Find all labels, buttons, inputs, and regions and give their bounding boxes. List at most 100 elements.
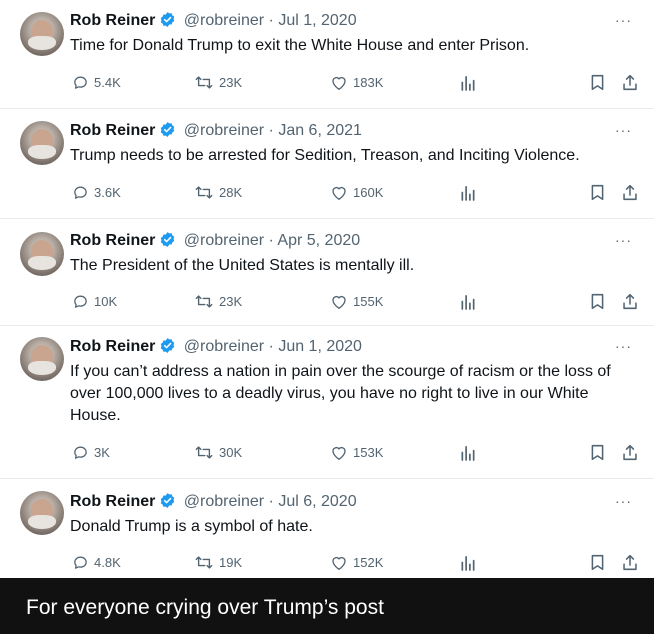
retweet-icon — [195, 446, 213, 459]
avatar[interactable] — [20, 337, 64, 381]
reply-count: 10K — [94, 294, 118, 309]
tweet-text: Trump needs to be arrested for Sedition,… — [70, 147, 580, 164]
tweet-text: Time for Donald Trump to exit the White … — [70, 37, 530, 54]
share-button[interactable] — [622, 444, 638, 461]
share-icon — [623, 184, 637, 201]
views-button[interactable] — [460, 293, 476, 310]
avatar[interactable] — [20, 121, 64, 165]
avatar[interactable] — [20, 491, 64, 535]
reply-icon — [74, 556, 87, 569]
caption-text: For everyone crying over Trump’s post — [26, 596, 384, 619]
tweet-date[interactable]: Jun 1, 2020 — [278, 338, 362, 355]
author-handle[interactable]: @robreiner — [184, 338, 264, 355]
like-button[interactable]: 152K — [330, 554, 383, 571]
heart-icon — [332, 76, 346, 90]
reply-button[interactable]: 4.8K — [72, 554, 121, 571]
reply-button[interactable]: 5.4K — [72, 74, 121, 91]
bookmark-button[interactable] — [590, 184, 605, 201]
more-options-icon[interactable]: ··· — [615, 12, 632, 28]
divider — [0, 325, 654, 326]
retweet-icon — [195, 556, 213, 569]
retweet-button[interactable]: 23K — [194, 74, 242, 91]
author-handle[interactable]: @robreiner — [184, 493, 264, 510]
tweet-actions: 5.4K 23K 183K — [70, 74, 640, 94]
views-button[interactable] — [460, 444, 476, 461]
tweet-date[interactable]: Jul 1, 2020 — [278, 12, 356, 29]
retweet-icon — [195, 295, 213, 308]
author-name[interactable]: Rob Reiner — [70, 493, 155, 510]
bookmark-icon — [591, 444, 604, 461]
reply-count: 5.4K — [94, 75, 121, 90]
views-button[interactable] — [460, 554, 476, 571]
bookmark-icon — [591, 74, 604, 91]
more-options-icon[interactable]: ··· — [615, 338, 632, 354]
share-icon — [623, 74, 637, 91]
heart-icon — [332, 556, 346, 570]
tweet-header: Rob Reiner @robreiner · Jul 1, 2020 — [70, 11, 357, 34]
author-handle[interactable]: @robreiner — [184, 122, 264, 139]
share-icon — [623, 554, 637, 571]
retweet-button[interactable]: 30K — [194, 444, 242, 461]
views-button[interactable] — [460, 184, 476, 201]
bookmark-button[interactable] — [590, 74, 605, 91]
bookmark-button[interactable] — [590, 554, 605, 571]
verified-badge-icon — [159, 492, 176, 515]
author-handle[interactable]: @robreiner — [184, 12, 264, 29]
avatar[interactable] — [20, 12, 64, 56]
tweet-date[interactable]: Jan 6, 2021 — [278, 122, 362, 139]
more-options-icon[interactable]: ··· — [615, 232, 632, 248]
retweet-icon — [195, 186, 213, 199]
reply-button[interactable]: 10K — [72, 293, 117, 310]
retweet-button[interactable]: 23K — [194, 293, 242, 310]
bookmark-button[interactable] — [590, 293, 605, 310]
retweet-button[interactable]: 19K — [194, 554, 242, 571]
reply-icon — [74, 76, 87, 89]
like-count: 160K — [353, 185, 384, 200]
more-options-icon[interactable]: ··· — [615, 493, 632, 509]
reply-count: 3K — [94, 445, 110, 460]
caption-banner: For everyone crying over Trump’s post — [0, 578, 654, 634]
divider — [0, 108, 654, 109]
retweet-button[interactable]: 28K — [194, 184, 242, 201]
share-icon — [623, 444, 637, 461]
tweet-actions: 3K 30K 153K — [70, 444, 640, 464]
share-button[interactable] — [622, 554, 638, 571]
tweet-text: The President of the United States is me… — [70, 257, 415, 274]
bookmark-icon — [591, 293, 604, 310]
reply-button[interactable]: 3K — [72, 444, 110, 461]
tweet-date[interactable]: Apr 5, 2020 — [277, 232, 360, 249]
bookmark-icon — [591, 184, 604, 201]
more-options-icon[interactable]: ··· — [615, 122, 632, 138]
tweet-date[interactable]: Jul 6, 2020 — [278, 493, 356, 510]
retweet-count: 23K — [219, 294, 243, 309]
share-button[interactable] — [622, 293, 638, 310]
like-button[interactable]: 160K — [330, 184, 383, 201]
tweet-actions: 4.8K 19K 152K — [70, 554, 640, 574]
author-name[interactable]: Rob Reiner — [70, 338, 155, 355]
like-button[interactable]: 183K — [330, 74, 383, 91]
analytics-icon — [461, 294, 475, 310]
reply-button[interactable]: 3.6K — [72, 184, 121, 201]
author-name[interactable]: Rob Reiner — [70, 232, 155, 249]
divider — [0, 218, 654, 219]
avatar[interactable] — [20, 232, 64, 276]
separator: · — [268, 232, 274, 249]
retweet-count: 28K — [219, 185, 243, 200]
like-button[interactable]: 155K — [330, 293, 383, 310]
like-button[interactable]: 153K — [330, 444, 383, 461]
like-count: 152K — [353, 555, 384, 570]
views-button[interactable] — [460, 74, 476, 91]
tweet-actions: 3.6K 28K 160K — [70, 184, 640, 204]
author-handle[interactable]: @robreiner — [184, 232, 264, 249]
share-button[interactable] — [622, 74, 638, 91]
tweet-header: Rob Reiner @robreiner · Jul 6, 2020 — [70, 492, 357, 515]
author-name[interactable]: Rob Reiner — [70, 122, 155, 139]
author-name[interactable]: Rob Reiner — [70, 12, 155, 29]
tweet-text: Donald Trump is a symbol of hate. — [70, 518, 313, 535]
bookmark-button[interactable] — [590, 444, 605, 461]
verified-badge-icon — [159, 337, 176, 360]
share-button[interactable] — [622, 184, 638, 201]
tweet-header: Rob Reiner @robreiner · Jan 6, 2021 — [70, 121, 362, 144]
tweet-text: If you can’t address a nation in pain ov… — [70, 363, 611, 424]
heart-icon — [332, 446, 346, 460]
